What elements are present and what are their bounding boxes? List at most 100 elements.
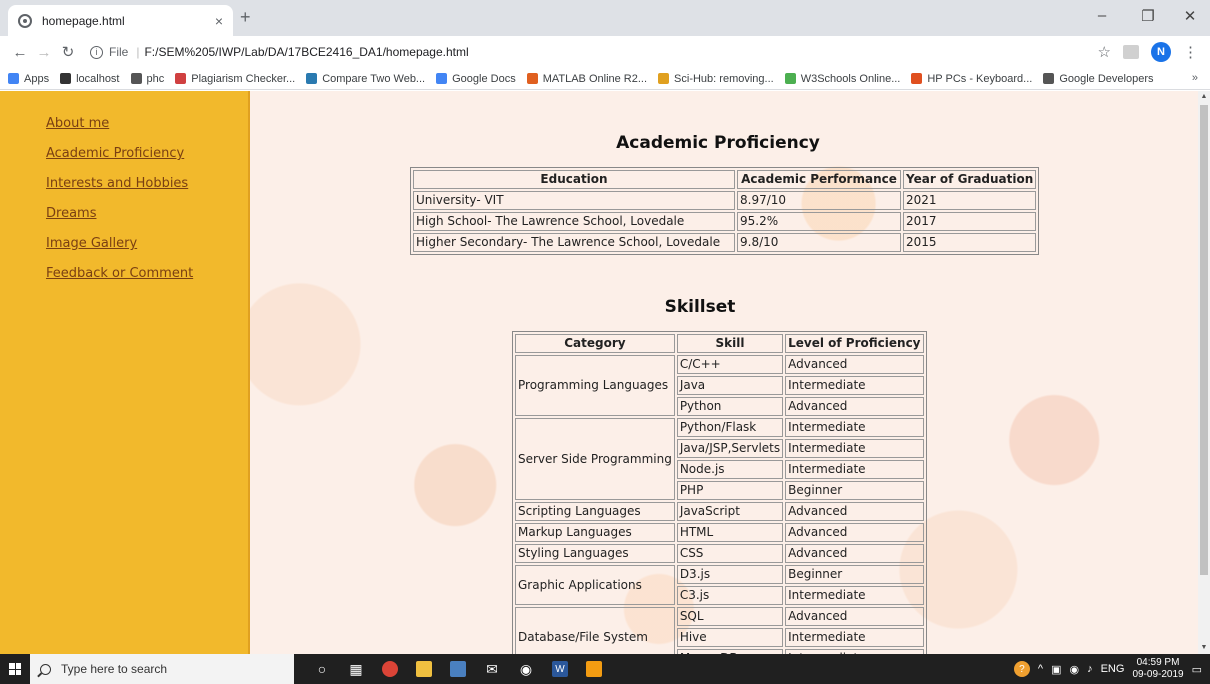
skill-level-cell: Advanced xyxy=(785,502,924,521)
bookmark-label: Compare Two Web... xyxy=(322,72,426,85)
bookmark-item[interactable]: W3Schools Online... xyxy=(784,73,900,85)
clock-time: 04:59 PM xyxy=(1136,657,1180,668)
tab-close-icon[interactable]: × xyxy=(215,13,223,29)
skill-level-cell: Intermediate xyxy=(785,628,924,647)
docs-icon xyxy=(436,73,448,84)
bookmark-item[interactable]: Plagiarism Checker... xyxy=(175,73,295,85)
bookmark-item[interactable]: MATLAB Online R2... xyxy=(526,73,647,85)
file-explorer-icon[interactable] xyxy=(416,661,432,677)
windows-taskbar: Type here to search ○ ▦ ✉ ◉ W ? ^ ▣ ◉ ♪ … xyxy=(0,654,1210,684)
skill-name-cell: Java/JSP,Servlets xyxy=(676,439,784,458)
sidebar-link-about-me[interactable]: About me xyxy=(46,115,248,133)
skill-level-cell: Intermediate xyxy=(785,439,924,458)
bookmark-label: HP PCs - Keyboard... xyxy=(927,72,1033,85)
window-close-icon[interactable]: ✕ xyxy=(1170,7,1210,25)
table-cell: 95.2% xyxy=(737,212,901,231)
table-row: Markup Languages HTML Advanced xyxy=(515,523,924,542)
ist-icon xyxy=(175,73,187,84)
restore-icon[interactable]: ❐ xyxy=(1128,7,1168,25)
bookmark-item[interactable]: Apps xyxy=(8,73,49,85)
toolbar-right: ☆ N ⋮ xyxy=(1098,42,1198,62)
matlab-icon xyxy=(526,73,538,84)
main-content: Academic Proficiency Education Academic P… xyxy=(250,91,1198,654)
skill-level-cell: Advanced xyxy=(785,544,924,563)
sidebar-link-academic-proficiency[interactable]: Academic Proficiency xyxy=(46,145,248,163)
bookmark-item[interactable]: phc xyxy=(130,73,164,85)
notifications-icon[interactable]: ▭ xyxy=(1192,663,1202,676)
word-icon[interactable]: W xyxy=(552,661,568,677)
tray-chevron-icon[interactable]: ^ xyxy=(1038,663,1043,675)
tab-strip: homepage.html × + – ❐ ✕ xyxy=(0,0,1210,36)
column-header: Level of Proficiency xyxy=(785,334,924,353)
minimize-icon[interactable]: – xyxy=(1082,7,1122,24)
scroll-up-icon[interactable]: ▲ xyxy=(1198,91,1210,103)
table-cell: Higher Secondary- The Lawrence School, L… xyxy=(413,233,735,252)
bookmark-item[interactable]: Google Docs xyxy=(436,73,516,85)
skill-category-cell: Graphic Applications xyxy=(515,565,675,605)
language-globe-icon[interactable]: ◉ xyxy=(1069,663,1079,676)
sidebar-nav: About me Academic Proficiency Interests an… xyxy=(0,91,250,654)
address-bar[interactable]: i File | F:/SEM%205/IWP/Lab/DA/17BCE2416… xyxy=(86,39,1092,65)
skill-category-cell: Scripting Languages xyxy=(515,502,675,521)
clock[interactable]: 04:59 PM 09-09-2019 xyxy=(1132,657,1183,681)
bookmark-label: Plagiarism Checker... xyxy=(191,72,296,85)
table-row: Higher Secondary- The Lawrence School, L… xyxy=(413,233,1037,252)
skill-category-cell: Server Side Programming xyxy=(515,418,675,500)
table-row: Scripting Languages JavaScript Advanced xyxy=(515,502,924,521)
extension-icon[interactable] xyxy=(1123,45,1139,59)
chrome-icon[interactable] xyxy=(382,661,398,677)
taskbar-search[interactable]: Type here to search xyxy=(30,654,294,684)
bookmark-item[interactable]: localhost xyxy=(60,73,120,85)
code-icon xyxy=(1043,73,1055,84)
sidebar-link-image-gallery[interactable]: Image Gallery xyxy=(46,235,248,253)
table-cell: 2021 xyxy=(903,191,1037,210)
table-cell: 2015 xyxy=(903,233,1037,252)
table-cell: 9.8/10 xyxy=(737,233,901,252)
skill-category-cell: Markup Languages xyxy=(515,523,675,542)
scrollbar-thumb[interactable] xyxy=(1200,105,1208,575)
skillset-heading: Skillset xyxy=(664,297,736,317)
bookmark-star-icon[interactable]: ☆ xyxy=(1098,43,1111,61)
sublime-icon[interactable] xyxy=(586,661,602,677)
reload-icon[interactable]: ↻ xyxy=(56,43,80,61)
sidebar-link-feedback-or-comment[interactable]: Feedback or Comment xyxy=(46,265,248,283)
table-row: High School- The Lawrence School, Loveda… xyxy=(413,212,1037,231)
media-icon[interactable] xyxy=(450,661,466,677)
sidebar-link-dreams[interactable]: Dreams xyxy=(46,205,248,223)
settings-icon[interactable]: ◉ xyxy=(518,661,534,677)
forward-arrow-icon[interactable]: → xyxy=(32,44,56,61)
info-icon[interactable]: i xyxy=(90,45,103,59)
skill-level-cell: Advanced xyxy=(785,607,924,626)
table-header-row: Education Academic Performance Year of Gra… xyxy=(413,170,1037,189)
skill-name-cell: JavaScript xyxy=(676,502,784,521)
bookmark-item[interactable]: Sci-Hub: removing... xyxy=(658,73,774,85)
network-icon[interactable]: ▣ xyxy=(1051,663,1061,676)
language-label[interactable]: ENG xyxy=(1101,663,1125,675)
new-tab-button[interactable]: + xyxy=(240,8,251,26)
start-button[interactable] xyxy=(0,654,30,684)
help-icon[interactable]: ? xyxy=(1013,661,1030,677)
skill-name-cell: SQL xyxy=(676,607,784,626)
skill-level-cell: Advanced xyxy=(785,355,924,374)
mail-icon[interactable]: ✉ xyxy=(484,661,500,677)
back-arrow-icon[interactable]: ← xyxy=(8,44,32,61)
bookmark-item[interactable]: HP PCs - Keyboard... xyxy=(911,73,1032,85)
task-view-icon[interactable]: ▦ xyxy=(348,661,364,677)
bookmark-label: Google Developers xyxy=(1059,72,1154,85)
cortana-icon[interactable]: ○ xyxy=(314,661,330,677)
column-header: Academic Performance xyxy=(737,170,901,189)
profile-avatar[interactable]: N xyxy=(1151,42,1171,62)
skill-level-cell: Beginner xyxy=(785,565,924,584)
bookmarks-more-icon[interactable]: » xyxy=(1192,72,1198,84)
browser-tab[interactable]: homepage.html × xyxy=(8,5,233,36)
vertical-scrollbar[interactable]: ▲ ▼ xyxy=(1198,91,1210,654)
bookmark-label: Apps xyxy=(24,72,50,85)
menu-kebab-icon[interactable]: ⋮ xyxy=(1183,43,1198,61)
scroll-down-icon[interactable]: ▼ xyxy=(1198,642,1210,654)
volume-icon[interactable]: ♪ xyxy=(1087,663,1093,675)
bookmark-item[interactable]: Google Developers xyxy=(1043,73,1153,85)
sidebar-link-interests-and-hobbies[interactable]: Interests and Hobbies xyxy=(46,175,248,193)
skill-level-cell: Beginner xyxy=(785,481,924,500)
bookmark-item[interactable]: Compare Two Web... xyxy=(306,73,425,85)
skill-name-cell: PHP xyxy=(676,481,784,500)
